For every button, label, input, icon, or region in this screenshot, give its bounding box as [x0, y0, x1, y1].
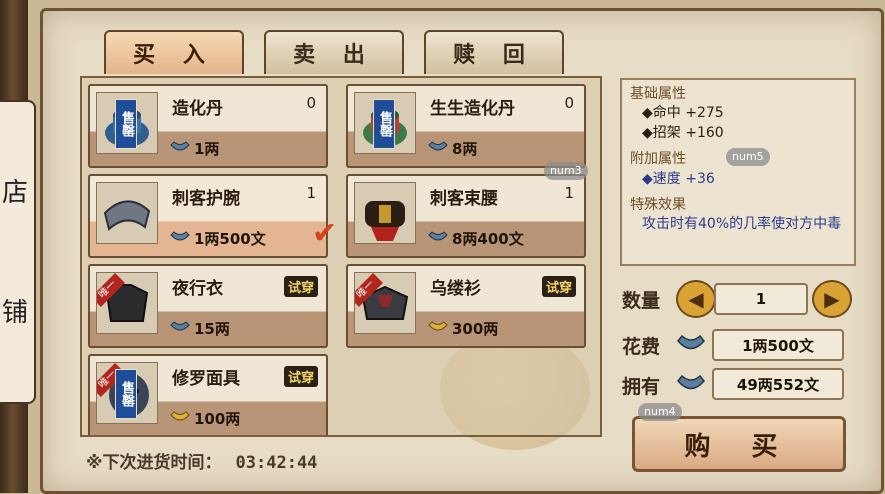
pill-jar-icon: 售罄 [354, 92, 416, 154]
base-attr-header: 基础属性 [630, 86, 686, 102]
bracer-icon [96, 182, 158, 244]
special-effect-text: 攻击时有40%的几率使对方中毒 [642, 216, 842, 232]
item-quantity: 1 [564, 184, 574, 202]
tab-sell[interactable]: 卖 出 [264, 30, 404, 74]
base-stat: ◆招架 +160 [642, 125, 724, 141]
sold-out-tag: 售罄 [115, 369, 137, 419]
silver-coin-icon [170, 321, 190, 331]
restock-timer: ※下次进货时间： 03:42:44 [86, 448, 317, 473]
shop-scroll-sign: 店 铺 [0, 100, 36, 404]
buy-button[interactable]: 购 买 [632, 416, 846, 472]
special-effect-header: 特殊效果 [630, 197, 686, 213]
silver-coin-icon [428, 231, 448, 241]
gold-ingot-icon [170, 411, 190, 421]
quantity-label: 数量 [622, 290, 661, 312]
item-price: 15两 [194, 320, 230, 338]
silver-coin-icon [677, 334, 705, 350]
cost-value: 1两500文 [712, 329, 844, 361]
item-price: 300两 [452, 320, 499, 338]
mask-icon: 唯一 售罄 [96, 362, 158, 424]
extra-attr-header: 附加属性 [630, 151, 686, 167]
extra-stat: ◆速度 +36 [642, 171, 715, 187]
list-item[interactable]: 唯一 售罄 修罗面具 试穿 100两 [88, 354, 328, 435]
restock-label: ※下次进货时间： [86, 453, 222, 473]
restock-time: 03:42:44 [235, 453, 318, 473]
owned-label: 拥有 [622, 376, 661, 398]
list-item[interactable]: 唯一 夜行衣 试穿 15两 [88, 264, 328, 348]
debug-chip: num3 [544, 162, 588, 180]
item-price: 8两 [452, 140, 478, 158]
tab-redeem[interactable]: 赎 回 [424, 30, 564, 74]
decrease-arrow-icon[interactable]: ◀ [676, 280, 716, 318]
item-quantity: 1 [306, 184, 316, 202]
item-name: 刺客护腕 [172, 189, 240, 209]
base-stat: ◆命中 +275 [642, 105, 724, 121]
item-name: 修罗面具 [172, 369, 240, 389]
black-robe-icon: 唯一 [354, 272, 416, 334]
cost-label: 花费 [622, 336, 661, 358]
belt-icon [354, 182, 416, 244]
item-price: 8两400文 [452, 230, 524, 248]
item-quantity: 0 [306, 94, 316, 112]
debug-chip: num5 [726, 148, 770, 166]
silver-coin-icon [428, 141, 448, 151]
item-price: 100两 [194, 410, 241, 428]
gold-ingot-icon [428, 321, 448, 331]
list-item[interactable]: 刺客护腕 1 1两500文 [88, 174, 328, 258]
list-item[interactable]: 唯一 乌缕衫 试穿 300两 [346, 264, 586, 348]
item-name: 乌缕衫 [430, 279, 481, 299]
pill-jar-icon: 售罄 [96, 92, 158, 154]
try-on-badge[interactable]: 试穿 [283, 276, 318, 297]
debug-chip: num4 [638, 403, 682, 421]
silver-coin-icon [677, 374, 705, 390]
list-item[interactable]: 售罄 造化丹 0 1两 [88, 84, 328, 168]
item-quantity: 0 [564, 94, 574, 112]
item-name: 造化丹 [172, 99, 223, 119]
tab-buy[interactable]: 买 入 [104, 30, 244, 74]
item-name: 夜行衣 [172, 279, 223, 299]
item-price: 1两500文 [194, 230, 266, 248]
increase-arrow-icon[interactable]: ▶ [812, 280, 852, 318]
silver-coin-icon [170, 231, 190, 241]
sold-out-tag: 售罄 [373, 99, 395, 149]
scroll-char-1: 店 [1, 178, 28, 208]
selected-check-icon: ✔ [312, 216, 338, 251]
attribute-panel: 基础属性 ◆命中 +275 ◆招架 +160 附加属性 ◆速度 +36 特殊效果… [620, 78, 856, 266]
silver-coin-icon [170, 141, 190, 151]
item-name: 刺客束腰 [430, 189, 498, 209]
list-item[interactable]: 刺客束腰 1 8两400文 [346, 174, 586, 258]
item-name: 生生造化丹 [430, 99, 515, 119]
quantity-field[interactable]: 1 [714, 283, 808, 315]
item-price: 1两 [194, 140, 220, 158]
try-on-badge[interactable]: 试穿 [541, 276, 576, 297]
night-clothes-icon: 唯一 [96, 272, 158, 334]
list-item[interactable]: 售罄 生生造化丹 0 8两 [346, 84, 586, 168]
item-list: 售罄 造化丹 0 1两 售罄 生生造化丹 0 8两 刺客护腕 1 1两500文 … [80, 76, 602, 437]
sold-out-tag: 售罄 [115, 99, 137, 149]
owned-value: 49两552文 [712, 368, 844, 400]
try-on-badge[interactable]: 试穿 [283, 366, 318, 387]
scroll-char-2: 铺 [1, 298, 28, 328]
